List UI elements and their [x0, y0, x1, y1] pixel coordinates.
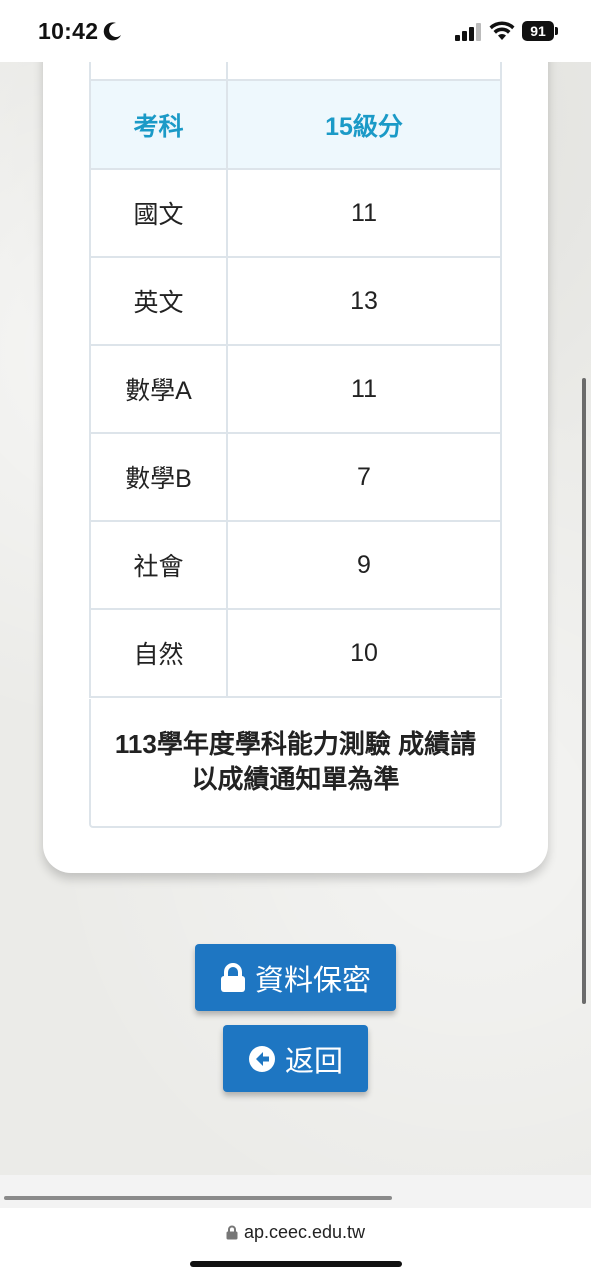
score-cell: 11 [226, 168, 502, 258]
header-score: 15級分 [226, 79, 502, 170]
wifi-icon [489, 21, 515, 40]
signal-icon [455, 23, 481, 41]
load-progress-bar [4, 1196, 392, 1200]
table-row: 數學A 11 [89, 344, 502, 434]
score-note: 113學年度學科能力測驗 成績請 以成績通知單為準 [89, 699, 502, 828]
home-indicator [190, 1261, 402, 1267]
back-button[interactable]: 返回 [223, 1025, 368, 1092]
table-row: 英文 13 [89, 256, 502, 346]
subject-cell: 數學A [89, 344, 228, 434]
privacy-button[interactable]: 資料保密 [195, 944, 396, 1011]
status-time: 10:42 [38, 18, 99, 44]
note-line-2: 以成績通知單為準 [191, 764, 400, 794]
score-cell: 9 [226, 520, 502, 610]
back-button-label: 返回 [284, 1045, 343, 1078]
header-subject: 考科 [89, 79, 228, 170]
score-cell: 13 [226, 256, 502, 346]
url-bar[interactable] [0, 1208, 591, 1279]
battery-indicator: 91 [522, 21, 558, 41]
table-header-row: 考科 15級分 [89, 79, 502, 170]
moon-icon [103, 22, 121, 41]
table-row: 國文 11 [89, 168, 502, 258]
score-card: 考科 15級分 國文 11 英文 13 數學A 11 數學B 7 社會 9 自然… [43, 20, 548, 873]
url-lock-icon [226, 1225, 238, 1240]
status-bar: 10:42 91 [0, 0, 591, 62]
subject-cell: 國文 [89, 168, 228, 258]
table-row: 自然 10 [89, 608, 502, 698]
browser-toolbar-top [0, 1175, 591, 1208]
subject-cell: 自然 [89, 608, 228, 698]
subject-cell: 數學B [89, 432, 228, 522]
subject-cell: 英文 [89, 256, 228, 346]
score-cell: 10 [226, 608, 502, 698]
note-line-1: 113學年度學科能力測驗 成績請 [114, 729, 477, 759]
subject-cell: 社會 [89, 520, 228, 610]
url-text: ap.ceec.edu.tw [243, 1222, 366, 1242]
lock-icon [220, 962, 245, 992]
url-display[interactable]: ap.ceec.edu.tw [0, 1222, 591, 1243]
table-row: 數學B 7 [89, 432, 502, 522]
table-row: 社會 9 [89, 520, 502, 610]
scrollbar[interactable] [582, 378, 586, 1004]
score-table: 考科 15級分 國文 11 英文 13 數學A 11 數學B 7 社會 9 自然… [89, 20, 502, 698]
score-cell: 7 [226, 432, 502, 522]
back-arrow-icon [248, 1045, 275, 1072]
battery-tip [555, 27, 558, 35]
battery-level: 91 [522, 21, 554, 41]
privacy-button-label: 資料保密 [254, 964, 371, 997]
score-cell: 11 [226, 344, 502, 434]
